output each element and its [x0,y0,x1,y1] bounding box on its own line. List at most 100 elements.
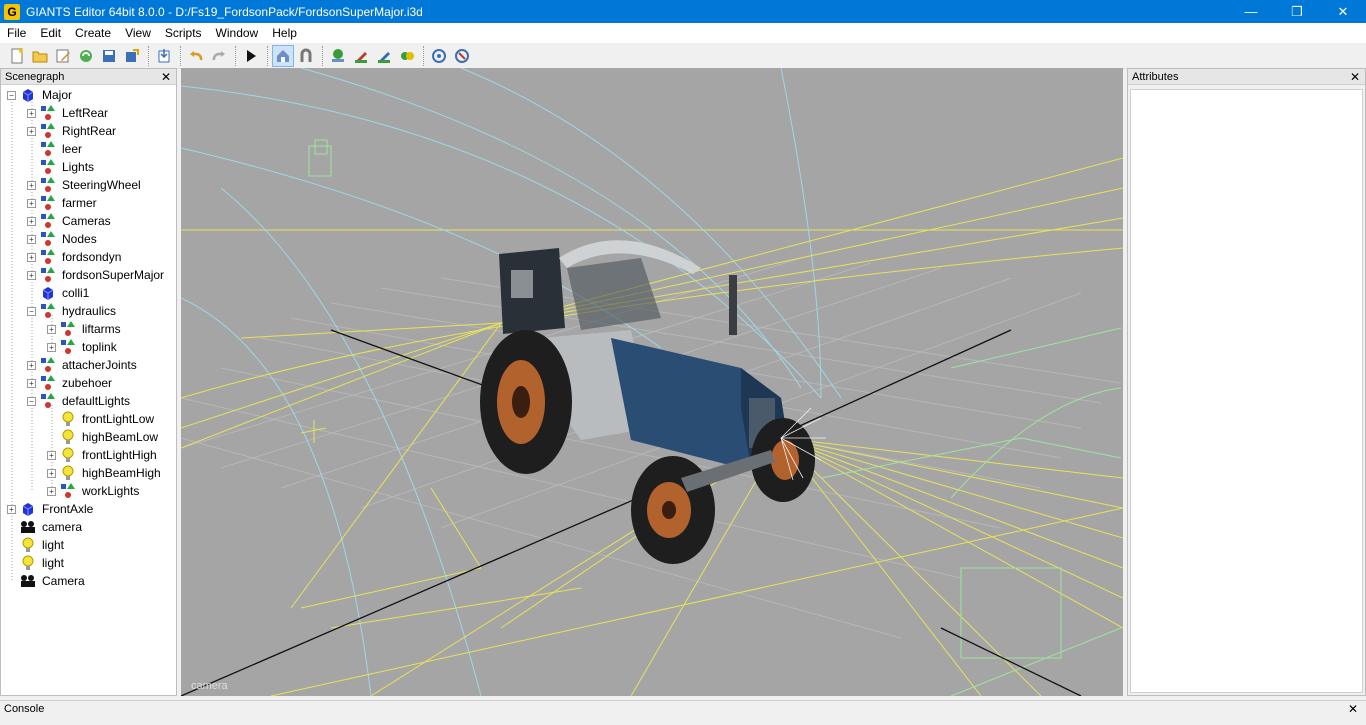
scenegraph-node[interactable]: + farmer [27,194,97,212]
scenegraph-node[interactable]: + SteeringWheel [27,176,141,194]
expand-icon[interactable]: + [27,234,36,244]
scenegraph-node[interactable]: colli1 [27,284,89,302]
scenegraph-tree[interactable]: − Major + LeftRear + RightRear leer Lights + Stee… [1,85,176,695]
close-icon[interactable]: ✕ [1350,69,1360,85]
transform-node-icon [40,267,56,283]
close-icon[interactable]: ✕ [1348,702,1358,716]
import-icon[interactable] [153,45,175,67]
toolbar-separator [322,45,323,66]
expand-icon[interactable]: + [27,198,36,208]
menu-file[interactable]: File [0,23,33,43]
script-run-icon[interactable] [428,45,450,67]
expand-icon[interactable]: + [27,270,36,280]
paint-terrain-icon[interactable] [350,45,372,67]
scenegraph-node[interactable]: + fordsondyn [27,248,121,266]
scenegraph-node[interactable]: + highBeamHigh [47,464,161,482]
expand-icon[interactable]: + [7,504,16,514]
attributes-panel: Attributes ✕ [1127,68,1366,696]
undo-icon[interactable] [185,45,207,67]
collapse-icon[interactable]: − [7,90,16,100]
menu-edit[interactable]: Edit [33,23,68,43]
attributes-body[interactable] [1130,89,1363,693]
scenegraph-node[interactable]: frontLightLow [47,410,154,428]
close-icon[interactable]: ✕ [1320,0,1366,23]
scenegraph-node[interactable]: + FrontAxle [7,500,93,518]
magnet-icon[interactable] [295,45,317,67]
scenegraph-node-label: farmer [62,196,97,210]
shape-node-icon [20,501,36,517]
scenegraph-node[interactable]: + liftarms [47,320,121,338]
transform-node-icon [40,375,56,391]
expand-icon[interactable]: + [27,216,36,226]
scenegraph-node[interactable]: camera [7,518,82,536]
scenegraph-node[interactable]: + RightRear [27,122,116,140]
transform-node-icon [40,303,56,319]
restore-icon[interactable]: ❐ [1274,0,1320,23]
add-tree-icon[interactable] [327,45,349,67]
scenegraph-node[interactable]: + LeftRear [27,104,108,122]
new-file-icon[interactable] [6,45,28,67]
scenegraph-node[interactable]: + zubehoer [27,374,112,392]
menu-view[interactable]: View [118,23,158,43]
scenegraph-node[interactable]: + attacherJoints [27,356,137,374]
scenegraph-node[interactable]: − Major [7,86,72,104]
scenegraph-node-label: leer [62,142,83,156]
expand-icon[interactable]: + [47,468,56,478]
scenegraph-node[interactable]: + toplink [47,338,117,356]
tractor-model [480,240,826,564]
close-icon[interactable]: ✕ [161,69,171,85]
place-object-icon[interactable] [396,45,418,67]
redo-icon[interactable] [208,45,230,67]
scenegraph-node-label: colli1 [62,286,90,300]
scenegraph-node[interactable]: leer [27,140,82,158]
expand-icon[interactable]: + [27,126,36,136]
scenegraph-node[interactable]: light [7,554,64,572]
scenegraph-node[interactable]: + fordsonSuperMajor [27,266,164,284]
menu-window[interactable]: Window [209,23,266,43]
scenegraph-node-label: hydraulics [62,304,117,318]
scenegraph-node[interactable]: Camera [7,572,85,590]
expand-icon[interactable]: + [47,486,56,496]
minimize-icon[interactable]: — [1228,0,1274,23]
select-mode-icon[interactable] [272,44,294,67]
camera-node-icon [20,519,36,535]
export-icon[interactable] [121,45,143,67]
save-icon[interactable] [98,45,120,67]
scenegraph-node[interactable]: − hydraulics [27,302,116,320]
expand-icon[interactable]: + [47,342,56,352]
scenegraph-node[interactable]: + workLights [47,482,139,500]
edit-script-icon[interactable] [52,45,74,67]
expand-icon[interactable]: + [27,108,36,118]
scenegraph-node[interactable]: + Nodes [27,230,97,248]
light-node-icon [20,537,36,553]
collapse-icon[interactable]: − [27,306,36,316]
reload-icon[interactable] [75,45,97,67]
expand-icon[interactable]: + [27,252,36,262]
camera-label: camera [191,680,228,692]
scenegraph-node[interactable]: + Cameras [27,212,111,230]
scenegraph-node-label: highBeamLow [82,430,159,444]
scenegraph-node[interactable]: Lights [27,158,94,176]
scenegraph-node[interactable]: − defaultLights [27,392,130,410]
script-stop-icon[interactable] [451,45,473,67]
menu-help[interactable]: Help [265,23,304,43]
light-node-icon [20,555,36,571]
scenegraph-node[interactable]: light [7,536,64,554]
open-file-icon[interactable] [29,45,51,67]
scenegraph-node[interactable]: + frontLightHigh [47,446,157,464]
expand-icon[interactable]: + [47,324,56,334]
expand-icon[interactable]: + [27,378,36,388]
collapse-icon[interactable]: − [27,396,36,406]
console-panel: Console ✕ [0,700,1366,725]
expand-icon[interactable]: + [27,360,36,370]
toolbar-separator [267,45,268,66]
console-header: Console [0,701,1366,717]
expand-icon[interactable]: + [47,450,56,460]
menu-scripts[interactable]: Scripts [158,23,209,43]
3d-viewport[interactable]: camera [181,68,1123,696]
paint-foliage-icon[interactable] [373,45,395,67]
expand-icon[interactable]: + [27,180,36,190]
play-icon[interactable] [240,45,262,67]
scenegraph-node[interactable]: highBeamLow [47,428,158,446]
menu-create[interactable]: Create [68,23,118,43]
